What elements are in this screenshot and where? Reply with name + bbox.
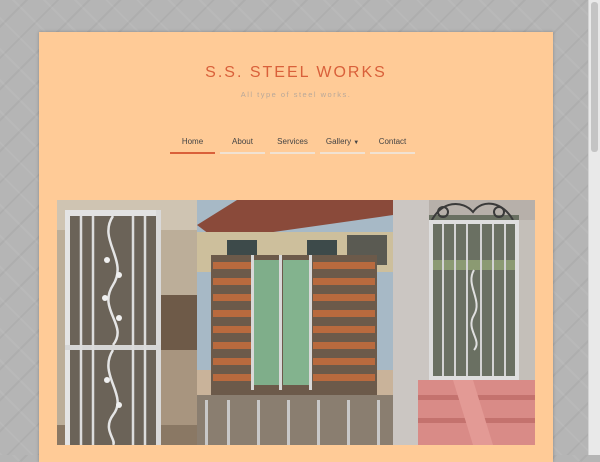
nav-item-label: Home [181,137,204,146]
scrollbar-thumb[interactable] [591,2,598,152]
main-nav: Home About Services Gallery ▼ Contact [170,136,420,154]
chevron-down-icon: ▼ [353,140,360,146]
page-container: S.S. STEEL WORKS All type of steel works… [39,32,553,462]
nav-item-about[interactable]: About [220,136,265,154]
nav-item-label: About [232,137,253,146]
steel-gate-photo [197,200,393,445]
nav-item-home[interactable]: Home [170,136,215,154]
site-title[interactable]: S.S. STEEL WORKS [39,64,553,82]
nav-item-label: Gallery [325,137,352,146]
site-tagline: All type of steel works. [240,90,352,99]
nav-item-gallery[interactable]: Gallery ▼ [320,136,365,154]
steel-door-photo [57,200,197,445]
steel-small-gate-photo [393,200,535,445]
nav-item-label: Services [277,137,308,146]
nav-item-contact[interactable]: Contact [370,136,415,154]
nav-item-services[interactable]: Services [270,136,315,154]
gallery-banner [57,200,535,445]
scrollbar[interactable] [588,0,600,455]
nav-item-label: Contact [378,137,407,146]
